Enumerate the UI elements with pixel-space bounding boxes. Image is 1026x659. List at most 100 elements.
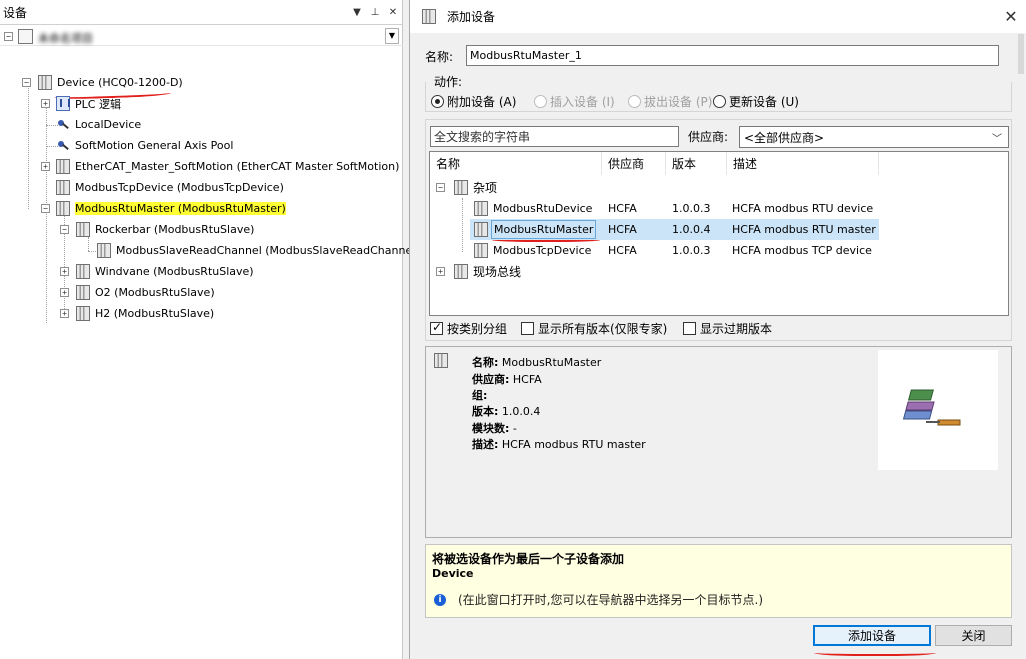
checkbox-indicator (521, 322, 534, 335)
group-misc[interactable]: − 杂项 (436, 177, 497, 198)
radio-append-device[interactable]: 附加设备 (A) (431, 93, 516, 110)
group-label: 现场总线 (473, 265, 522, 279)
list-item[interactable]: ModbusTcpDevice HCFA 1.0.0.3 HCFA modbus… (430, 240, 1010, 261)
panel-pin-icon[interactable]: ⊥ (366, 7, 384, 18)
collapse-icon[interactable]: − (41, 204, 50, 213)
scroll-edge[interactable] (1018, 34, 1024, 74)
expand-icon[interactable]: + (41, 99, 50, 108)
radio-indicator (534, 95, 547, 108)
radio-update-device[interactable]: 更新设备 (U) (713, 93, 799, 110)
checkbox-indicator (683, 322, 696, 335)
vendor-select[interactable]: <全部供应商> ﹀ (739, 126, 1009, 148)
device-icon (76, 306, 90, 321)
tree-root-row[interactable]: − 未命名项目 ▼ (0, 27, 403, 46)
show-all-versions-checkbox[interactable]: 显示所有版本(仅限专家) (521, 320, 667, 337)
devices-panel-title: 设备 (3, 5, 28, 20)
show-outdated-versions-checkbox[interactable]: 显示过期版本 (683, 320, 772, 337)
tree-node-windvane[interactable]: + Windvane (ModbusRtuSlave) (60, 261, 254, 282)
row-version: 1.0.0.3 (672, 244, 711, 257)
column-header-description[interactable]: 描述 (727, 152, 879, 175)
tree-node-h2[interactable]: + H2 (ModbusRtuSlave) (60, 303, 214, 324)
group-by-category-checkbox[interactable]: 按类别分组 (430, 320, 507, 337)
search-input[interactable]: 全文搜索的字符串 (430, 126, 679, 147)
radio-label: 更新设备 (U) (729, 95, 799, 109)
device-icon (474, 201, 488, 216)
device-tree: − 未命名项目 ▼ − Device (HCQ0-1200-D) + PLC 逻… (0, 25, 420, 323)
list-item[interactable]: ModbusRtuDevice HCFA 1.0.0.3 HCFA modbus… (430, 198, 1010, 219)
add-device-dialog: 添加设备 ✕ 名称: ModbusRtuMaster_1 动作: 附加设备 (A… (409, 0, 1026, 659)
radio-unplug-device[interactable]: 拔出设备 (P) (628, 93, 712, 110)
device-icon (56, 201, 70, 216)
device-icon (56, 180, 70, 195)
folder-icon (454, 264, 468, 279)
device-icon (474, 222, 488, 237)
info-vendor: 供应商: HCFA (472, 373, 542, 386)
column-header-vendor[interactable]: 供应商 (602, 152, 666, 175)
chevron-down-icon: ﹀ (992, 134, 1002, 145)
radio-indicator (713, 95, 726, 108)
vendor-label: 供应商: (688, 130, 729, 144)
radio-label: 拔出设备 (P) (644, 95, 713, 109)
row-name: ModbusRtuDevice (493, 202, 593, 215)
expand-icon[interactable]: + (60, 288, 69, 297)
expand-icon[interactable]: + (60, 267, 69, 276)
column-header-name[interactable]: 名称 (430, 152, 602, 175)
row-version: 1.0.0.3 (672, 202, 711, 215)
collapse-icon[interactable]: − (4, 32, 13, 41)
tree-node-modbus-rtu-master[interactable]: − ModbusRtuMaster (ModbusRtuMaster) (41, 198, 286, 219)
tree-node-label: EtherCAT_Master_SoftMotion (EtherCAT Mas… (75, 160, 400, 173)
checkbox-label: 显示过期版本 (700, 322, 773, 336)
add-device-button[interactable]: 添加设备 (813, 625, 931, 646)
info-group: 组: (472, 389, 488, 402)
name-field[interactable]: ModbusRtuMaster_1 (466, 45, 999, 66)
expand-icon[interactable]: + (41, 162, 50, 171)
root-label: 未命名项目 (38, 32, 93, 45)
device-icon (474, 243, 488, 258)
device-image (878, 350, 998, 470)
tree-node-ethercat[interactable]: + EtherCAT_Master_SoftMotion (EtherCAT M… (41, 156, 399, 177)
device-icon (56, 159, 70, 174)
name-label: 名称: (425, 50, 454, 64)
vendor-select-value: <全部供应商> (744, 130, 825, 145)
project-icon (18, 29, 33, 44)
radio-label: 插入设备 (I) (550, 95, 615, 109)
radio-insert-device[interactable]: 插入设备 (I) (534, 93, 615, 110)
tree-node-rockerbar[interactable]: − Rockerbar (ModbusRtuSlave) (60, 219, 254, 240)
dialog-title: 添加设备 (447, 10, 496, 24)
panel-dropdown-icon[interactable]: ▼ (348, 7, 366, 18)
tree-node-slave-read-channel[interactable]: ModbusSlaveReadChannel (ModbusSlaveReadC… (97, 240, 420, 261)
notice-panel: 将被选设备作为最后一个子设备添加 Device i (在此窗口打开时,您可以在导… (425, 544, 1012, 618)
panel-close-icon[interactable]: ✕ (384, 7, 402, 18)
notice-target: Device (432, 567, 474, 580)
info-description: 描述: HCFA modbus RTU master (472, 438, 646, 451)
tree-node-label: Rockerbar (ModbusRtuSlave) (95, 223, 255, 236)
info-icon: i (434, 593, 446, 606)
group-fieldbus[interactable]: + 现场总线 (436, 261, 521, 282)
folder-icon (454, 180, 468, 195)
info-module-count: 模块数: - (472, 422, 517, 435)
collapse-icon[interactable]: − (436, 183, 445, 192)
tree-node-plc-logic[interactable]: + PLC 逻辑 (41, 93, 121, 114)
devices-panel-titlebar: 设备 ▼ ⊥ ✕ (0, 0, 402, 25)
collapse-icon[interactable]: − (60, 225, 69, 234)
column-header-version[interactable]: 版本 (666, 152, 727, 175)
row-vendor: HCFA (608, 244, 637, 257)
device-icon (76, 285, 90, 300)
expand-icon[interactable]: + (436, 267, 445, 276)
collapse-icon[interactable]: − (22, 78, 31, 87)
root-dropdown-icon[interactable]: ▼ (385, 28, 399, 44)
tree-node-modbus-tcp[interactable]: ModbusTcpDevice (ModbusTcpDevice) (56, 177, 284, 198)
tree-node-label: ModbusTcpDevice (ModbusTcpDevice) (75, 181, 284, 194)
expand-icon[interactable]: + (60, 309, 69, 318)
notice-title: 将被选设备作为最后一个子设备添加 (432, 552, 625, 566)
tree-node-local-device[interactable]: LocalDevice (56, 114, 141, 135)
tree-node-label: ModbusSlaveReadChannel (ModbusSlaveReadC… (116, 244, 420, 257)
row-description: HCFA modbus RTU device (732, 202, 874, 215)
device-icon (97, 243, 111, 258)
tree-node-axis-pool[interactable]: SoftMotion General Axis Pool (56, 135, 233, 156)
close-icon[interactable]: ✕ (996, 7, 1026, 26)
close-button[interactable]: 关闭 (935, 625, 1012, 646)
tree-node-o2[interactable]: + O2 (ModbusRtuSlave) (60, 282, 215, 303)
tree-node-label: LocalDevice (75, 118, 142, 131)
dialog-device-icon (422, 9, 436, 24)
